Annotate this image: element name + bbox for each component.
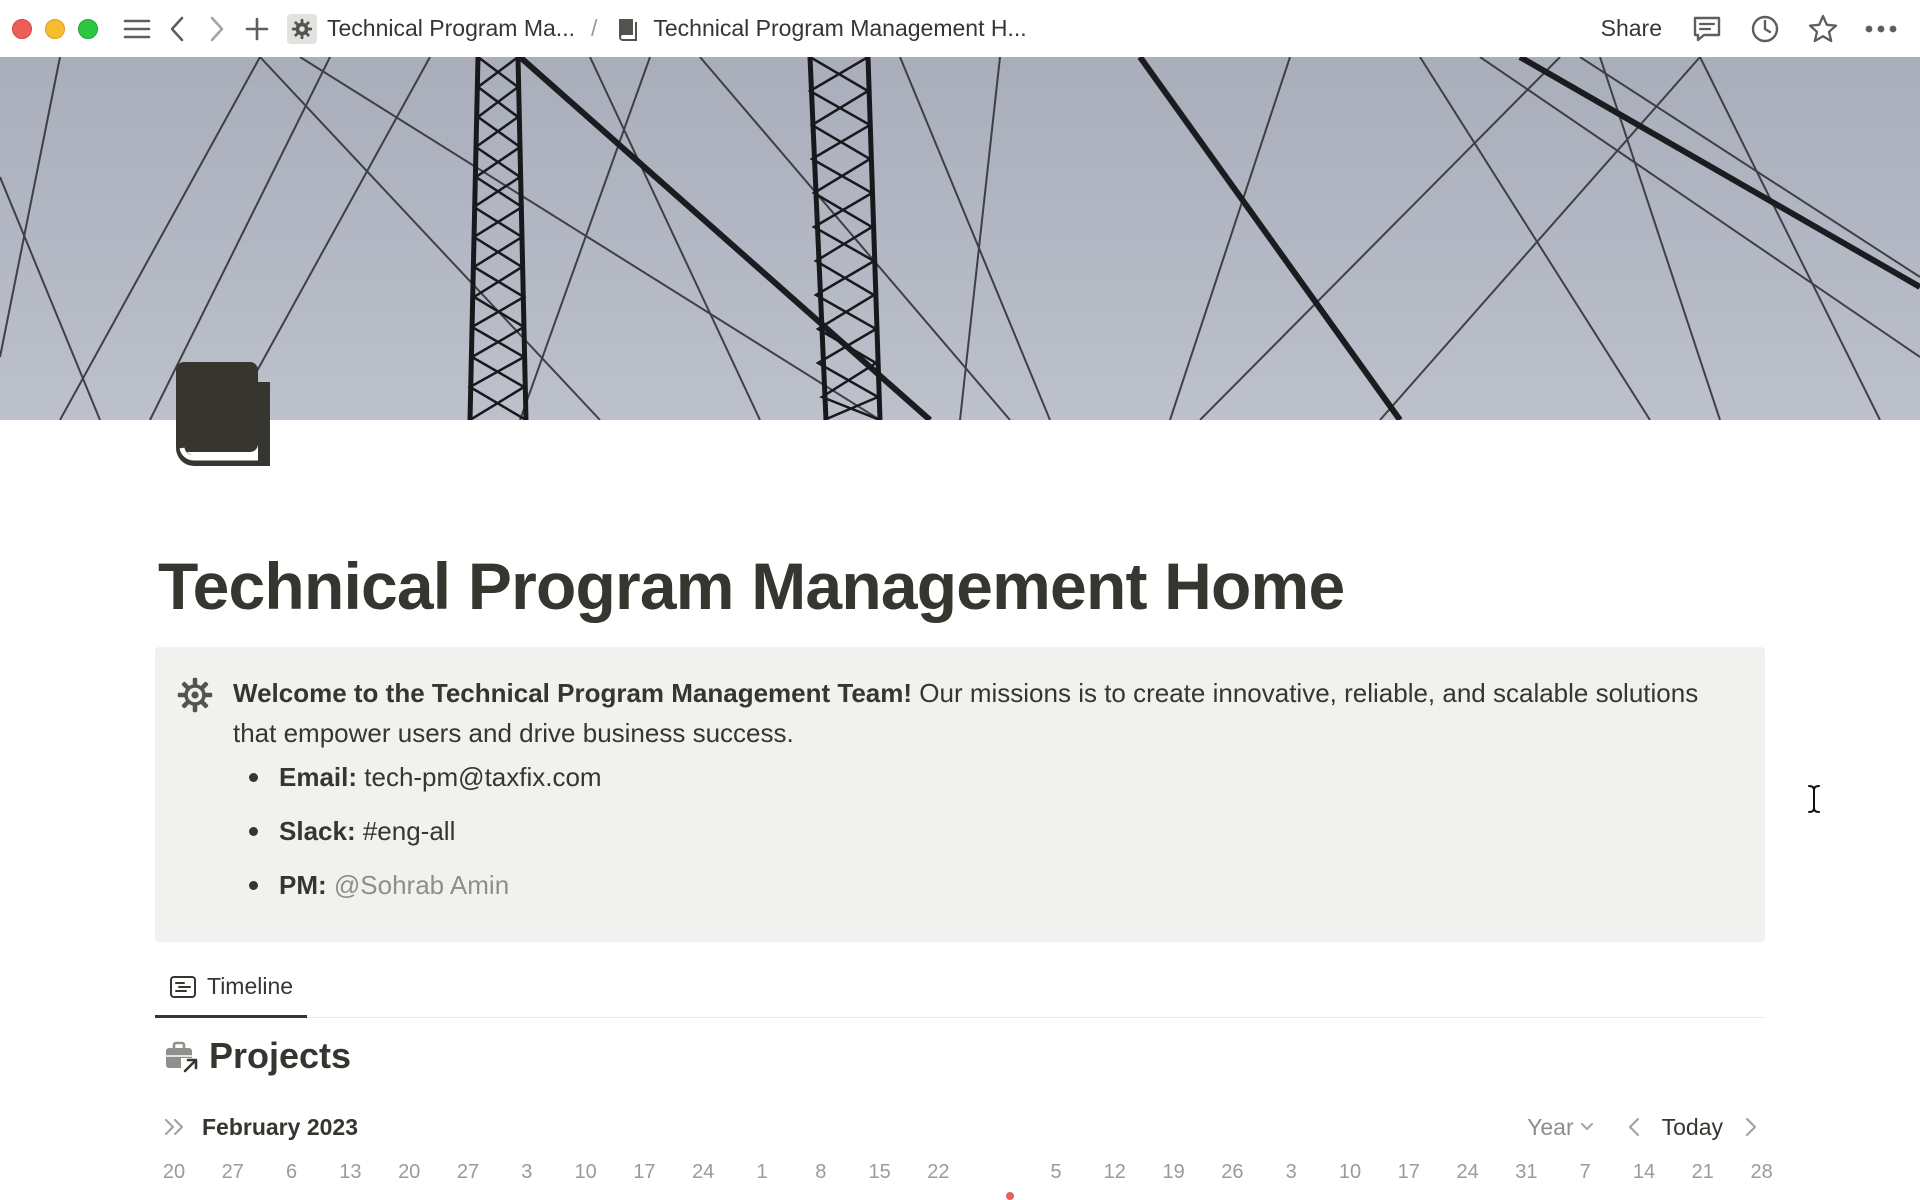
chevron-right-icon xyxy=(1745,1117,1757,1137)
timeline-date: 3 xyxy=(521,1161,533,1183)
timeline-date: 28 xyxy=(1750,1161,1773,1183)
more-options-button[interactable] xyxy=(1852,9,1910,49)
time-scale-value: Year xyxy=(1527,1113,1574,1140)
timeline-date: 12 xyxy=(1103,1161,1126,1183)
top-bar: Technical Program Ma... / Technical Prog… xyxy=(0,0,1920,57)
forward-button[interactable] xyxy=(197,9,237,49)
timeline-date: 10 xyxy=(1338,1161,1362,1183)
book-icon xyxy=(613,14,643,44)
list-item-slack: Slack: #eng-all xyxy=(245,811,602,865)
timeline-icon xyxy=(170,975,196,998)
timeline-date: 27 xyxy=(456,1161,480,1183)
history-icon xyxy=(1751,15,1779,42)
chevron-left-icon xyxy=(170,16,184,41)
timeline-date: 8 xyxy=(815,1161,827,1183)
close-window-button[interactable] xyxy=(12,18,32,39)
list-item-label: Email: xyxy=(279,762,358,792)
view-tabs: Timeline xyxy=(155,958,1765,1018)
welcome-callout[interactable]: Welcome to the Technical Program Managem… xyxy=(155,647,1765,942)
breadcrumb-item-current[interactable]: Technical Program Management H... xyxy=(609,14,1030,44)
timeline-date: 1 xyxy=(756,1161,768,1183)
timeline-date-today: 30 xyxy=(972,1152,1022,1192)
timeline-date: 22 xyxy=(927,1161,950,1183)
timeline-date: 6 xyxy=(286,1161,298,1183)
timeline-date: 7 xyxy=(1579,1161,1591,1183)
timeline-next-button[interactable] xyxy=(1737,1113,1765,1141)
today-indicator xyxy=(1006,1192,1014,1200)
time-scale-select[interactable]: Year xyxy=(1527,1114,1593,1141)
timeline-date: 24 xyxy=(1456,1161,1479,1183)
new-page-button[interactable] xyxy=(237,9,277,49)
callout-text: Welcome to the Technical Program Managem… xyxy=(233,673,1733,753)
text-cursor-icon xyxy=(1808,785,1820,813)
briefcase-link-icon xyxy=(166,1041,199,1074)
window-controls xyxy=(12,18,111,39)
database-title-label: Projects xyxy=(209,1035,352,1076)
gear-icon xyxy=(287,13,317,44)
timeline-date: 20 xyxy=(398,1161,421,1183)
timeline-date: 19 xyxy=(1162,1161,1185,1183)
breadcrumb-label: Technical Program Management H... xyxy=(653,15,1027,41)
plus-icon xyxy=(245,17,269,40)
timeline-date: 21 xyxy=(1691,1161,1714,1183)
zoom-window-button[interactable] xyxy=(78,18,98,39)
timeline-date: 26 xyxy=(1221,1161,1244,1183)
breadcrumb-item-parent[interactable]: Technical Program Ma... xyxy=(283,13,579,44)
timeline-date: 17 xyxy=(1397,1161,1420,1183)
chevron-right-icon xyxy=(210,16,224,41)
timeline-date: 24 xyxy=(692,1161,715,1183)
list-item-email: Email: tech-pm@taxfix.com xyxy=(245,757,602,811)
history-button[interactable] xyxy=(1736,9,1794,49)
today-button[interactable]: Today xyxy=(1662,1114,1723,1141)
more-icon xyxy=(1865,25,1897,32)
double-chevron-right-icon xyxy=(164,1118,184,1136)
comments-icon xyxy=(1693,16,1721,41)
timeline-date: 20 xyxy=(162,1161,186,1183)
page-title[interactable]: Technical Program Management Home xyxy=(158,548,1345,624)
timeline-date: 17 xyxy=(633,1161,656,1183)
timeline-date: 3 xyxy=(1285,1161,1297,1183)
expand-table-button[interactable] xyxy=(160,1112,190,1142)
list-item-pm: PM: @Sohrab Amin xyxy=(245,865,602,919)
gear-icon[interactable] xyxy=(177,677,213,713)
book-icon[interactable] xyxy=(176,362,272,466)
breadcrumb-label: Technical Program Ma... xyxy=(327,15,575,41)
sidebar-toggle-button[interactable] xyxy=(117,9,157,49)
timeline-date-row: 20 27 6 13 20 27 3 10 17 24 1 8 15 22 30 5 12 19 26 3 10 17 24… xyxy=(0,1152,1920,1196)
share-button[interactable]: Share xyxy=(1601,15,1662,42)
timeline-date: 13 xyxy=(339,1161,362,1183)
tab-timeline[interactable]: Timeline xyxy=(155,958,308,1018)
menu-icon xyxy=(123,19,151,38)
timeline-date: 15 xyxy=(868,1161,891,1183)
comments-button[interactable] xyxy=(1678,9,1736,49)
chevron-down-icon xyxy=(1580,1123,1593,1130)
minimize-window-button[interactable] xyxy=(45,18,65,39)
timeline-date: 5 xyxy=(1050,1161,1062,1183)
timeline-date: 10 xyxy=(574,1161,597,1183)
chevron-left-icon xyxy=(1628,1117,1639,1137)
slack-value: #eng-all xyxy=(355,816,456,846)
page-cover-image xyxy=(0,57,1920,420)
star-icon xyxy=(1808,14,1838,42)
email-value: tech-pm@taxfix.com xyxy=(357,762,602,792)
breadcrumb-separator: / xyxy=(590,15,598,41)
timeline-month-label: February 2023 xyxy=(202,1113,358,1140)
list-item-label: PM: xyxy=(279,870,327,900)
topbar-actions: Share xyxy=(1601,0,1910,57)
timeline-date: 27 xyxy=(221,1161,244,1183)
database-title[interactable]: Projects xyxy=(163,1035,351,1077)
breadcrumb: Technical Program Ma... / Technical Prog… xyxy=(283,9,1031,49)
timeline-date: 14 xyxy=(1632,1161,1656,1183)
timeline-previous-button[interactable] xyxy=(1620,1113,1648,1141)
favorite-button[interactable] xyxy=(1794,9,1852,49)
contact-list: Email: tech-pm@taxfix.com Slack: #eng-al… xyxy=(245,757,602,919)
tab-label: Timeline xyxy=(207,973,294,999)
back-button[interactable] xyxy=(157,9,197,49)
timeline-header: February 2023 Year Today xyxy=(160,1105,1765,1149)
callout-heading: Welcome to the Technical Program Managem… xyxy=(233,678,913,708)
timeline-controls: Year Today xyxy=(1527,1105,1765,1149)
user-mention[interactable]: @Sohrab Amin xyxy=(327,870,509,900)
list-item-label: Slack: xyxy=(279,816,356,846)
timeline-date: 31 xyxy=(1515,1161,1538,1183)
